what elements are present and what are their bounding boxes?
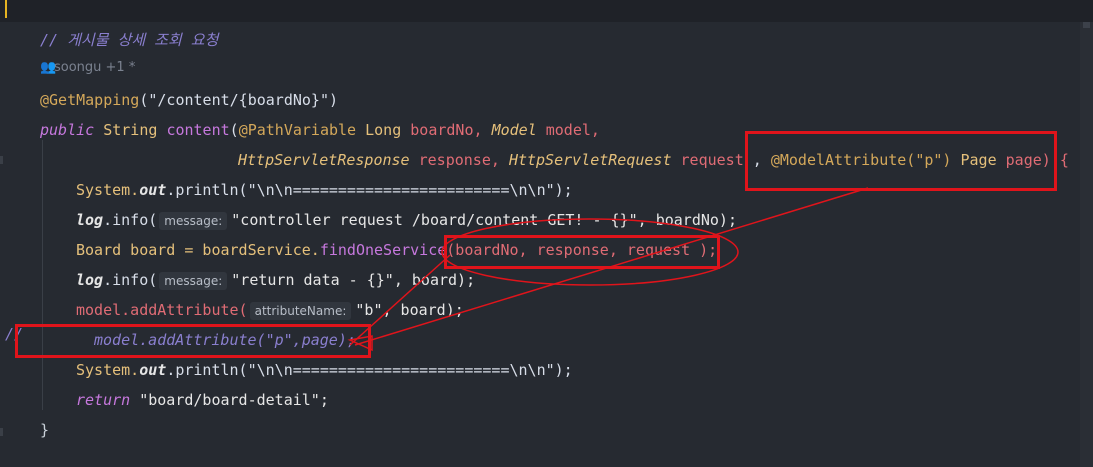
annotation-ellipse [441,218,739,286]
annotation-arrow-line [354,187,869,346]
annotation-overlay [347,187,869,352]
